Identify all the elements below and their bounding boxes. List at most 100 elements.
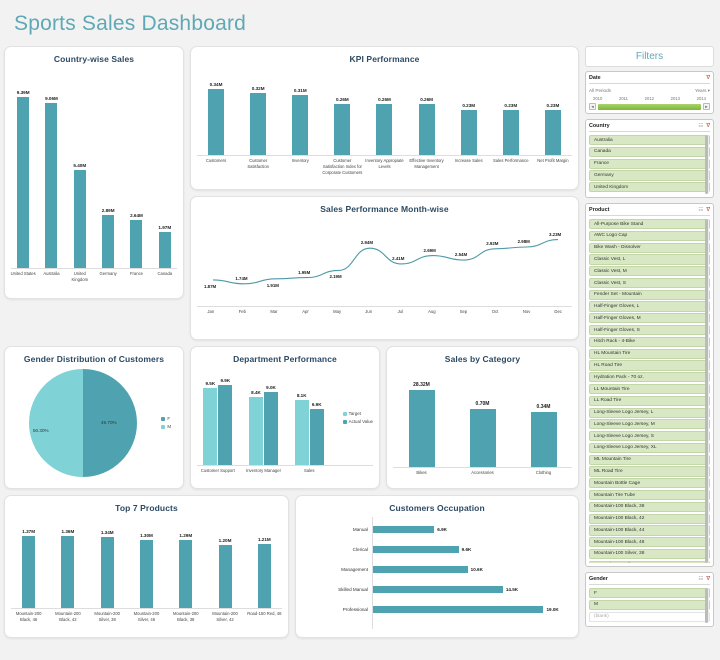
filter-list-item[interactable]: Mountain Bottle Cage <box>589 478 710 489</box>
bar-item[interactable]: 5.40M <box>66 68 94 268</box>
bar[interactable] <box>102 215 115 268</box>
bar[interactable] <box>130 219 143 268</box>
bar-item[interactable]: 1.34M <box>88 516 127 608</box>
bar[interactable] <box>264 392 278 465</box>
list-icon[interactable]: ☷ <box>698 123 703 129</box>
filter-list-item[interactable]: Bike Wash - Dissolver <box>589 242 710 253</box>
bar-item[interactable]: 1.37M <box>9 516 48 608</box>
funnel-icon[interactable]: ∇ <box>706 576 710 582</box>
filter-list-item-blank[interactable]: (blank) <box>589 611 710 622</box>
bar-item[interactable]: 0.23M <box>532 67 574 155</box>
bar-item[interactable]: 0.23M <box>490 67 532 155</box>
bar-group-item[interactable]: 8.1K 6.9K <box>286 367 332 465</box>
bar[interactable] <box>418 104 435 155</box>
filter-list-item[interactable]: ML Mountain Tire <box>589 454 710 465</box>
bar[interactable] <box>530 412 557 467</box>
bar[interactable] <box>544 110 561 155</box>
filter-list-item[interactable]: United Kingdom <box>589 182 710 193</box>
bar[interactable] <box>208 88 225 155</box>
card-gender-distribution[interactable]: Gender Distribution of Customers 50.30% … <box>4 346 184 489</box>
card-department-performance[interactable]: Department Performance 9.5K 9.9K 8.4K 9.0K 8… <box>190 346 380 489</box>
bar-item[interactable]: 2.89M <box>94 68 122 268</box>
filter-list-item[interactable]: Mountain Tire Tube <box>589 489 710 501</box>
bar-row[interactable]: Clerical 9.6K <box>300 539 570 559</box>
bar[interactable] <box>376 104 393 155</box>
filter-list-item[interactable]: Classic Vest, L <box>589 254 710 265</box>
bar-item[interactable]: 0.26M <box>363 67 405 155</box>
slider-range[interactable] <box>598 103 701 110</box>
bar[interactable] <box>334 104 351 155</box>
filter-list-item[interactable]: Mountain-100 Black, 44 <box>589 525 710 536</box>
bar-item[interactable]: 9.39M <box>9 68 37 268</box>
bar-row[interactable]: Professional 19.0K <box>300 599 570 619</box>
filter-list-item[interactable]: ML Road Tire <box>589 466 710 477</box>
filter-list-item[interactable]: Half-Finger Gloves, S <box>589 325 710 336</box>
bar-item[interactable]: 8.1K <box>294 367 309 465</box>
filter-list-item[interactable]: France <box>589 158 710 169</box>
filter-list-item[interactable]: Half-Finger Gloves, M <box>589 313 710 324</box>
bar[interactable] <box>309 409 324 465</box>
filter-list-item[interactable]: Classic Vest, S <box>589 277 710 289</box>
filter-list-item[interactable]: Long-Sleeve Logo Jersey, XL <box>589 442 710 454</box>
filter-country[interactable]: Country ☷ ∇ Australia Canada France Germany… <box>585 119 714 198</box>
bar[interactable] <box>502 110 519 155</box>
slider-next-button[interactable]: ► <box>703 103 710 110</box>
scrollbar-thumb[interactable] <box>705 219 708 563</box>
bar[interactable] <box>294 399 309 465</box>
bar-item[interactable]: 1.36M <box>48 516 87 608</box>
bar-row[interactable]: Management 10.6K <box>300 559 570 579</box>
bar-item[interactable]: 1.30M <box>127 516 166 608</box>
bar[interactable] <box>139 539 153 608</box>
scrollbar[interactable] <box>705 588 709 624</box>
filter-product[interactable]: Product ☷ ∇ All-Purpose Bike Stand AWC Lo… <box>585 203 714 567</box>
bar[interactable] <box>45 102 58 268</box>
filter-list-item[interactable]: Half-Finger Gloves, L <box>589 301 710 312</box>
bar[interactable] <box>100 537 114 608</box>
bar-item[interactable]: 8.4K <box>249 367 263 465</box>
card-sales-monthwise[interactable]: Sales Performance Month-wise 1.87M 1.74M 1… <box>190 196 579 340</box>
bar[interactable] <box>179 540 193 608</box>
bar[interactable] <box>17 96 30 268</box>
bar[interactable] <box>372 525 435 533</box>
bar[interactable] <box>372 545 459 553</box>
bar-group-item[interactable]: 8.4K 9.0K <box>241 367 287 465</box>
funnel-icon[interactable]: ∇ <box>706 207 710 213</box>
filter-list-item[interactable]: Germany <box>589 170 710 181</box>
scrollbar-thumb[interactable] <box>705 135 708 194</box>
list-icon[interactable]: ☷ <box>698 207 703 213</box>
funnel-icon[interactable]: ∇ <box>706 123 710 129</box>
bar-item[interactable]: 28.32M <box>391 367 452 467</box>
slider-prev-button[interactable]: ◄ <box>589 103 596 110</box>
bar-item[interactable]: 9.06M <box>37 68 65 268</box>
bar[interactable] <box>73 169 86 268</box>
filter-date[interactable]: Date ∇ All Periods Years ▾ 2010 2011 2012 2… <box>585 71 714 114</box>
bar[interactable] <box>22 535 36 608</box>
card-customers-occupation[interactable]: Customers Occupation Manual 6.9K Clerical 9… <box>295 495 579 638</box>
filter-list-item[interactable]: F <box>589 588 710 599</box>
bar-item[interactable]: 0.70M <box>452 367 513 467</box>
filter-list-item[interactable]: Fender Set - Mountain <box>589 289 710 300</box>
bar-item[interactable]: 0.34M <box>195 67 237 155</box>
bar-item[interactable]: 1.29M <box>166 516 205 608</box>
card-country-wise-sales[interactable]: Country-wise Sales 9.39M 9.06M 5.40M 2.89M 2… <box>4 46 184 299</box>
product-list[interactable]: All-Purpose Bike Stand AWC Logo Cap Bike W… <box>589 219 710 563</box>
bar-item[interactable]: 0.26M <box>321 67 363 155</box>
filter-list-item[interactable]: HL Road Tire <box>589 360 710 371</box>
bar-item[interactable]: 0.32M <box>237 67 279 155</box>
scrollbar-thumb[interactable] <box>705 588 708 624</box>
bar-item[interactable]: 0.26M <box>406 67 448 155</box>
bar-item[interactable]: 1.97M <box>151 68 179 268</box>
scrollbar[interactable] <box>705 135 709 194</box>
bar[interactable] <box>292 94 309 155</box>
bar-item[interactable]: 9.5K <box>203 367 218 465</box>
filter-list-item[interactable]: Canada <box>589 146 710 157</box>
bar-item[interactable]: 9.0K <box>264 367 278 465</box>
bar[interactable] <box>460 110 477 155</box>
bar-item[interactable]: 0.34M <box>513 367 574 467</box>
bar[interactable] <box>249 397 263 465</box>
bar[interactable] <box>257 544 271 608</box>
bar-item[interactable]: 6.9K <box>309 367 324 465</box>
bar[interactable] <box>203 388 218 465</box>
funnel-icon[interactable]: ∇ <box>706 75 710 81</box>
filter-list-item[interactable]: Mountain-100 Silver, 42 <box>589 560 710 563</box>
